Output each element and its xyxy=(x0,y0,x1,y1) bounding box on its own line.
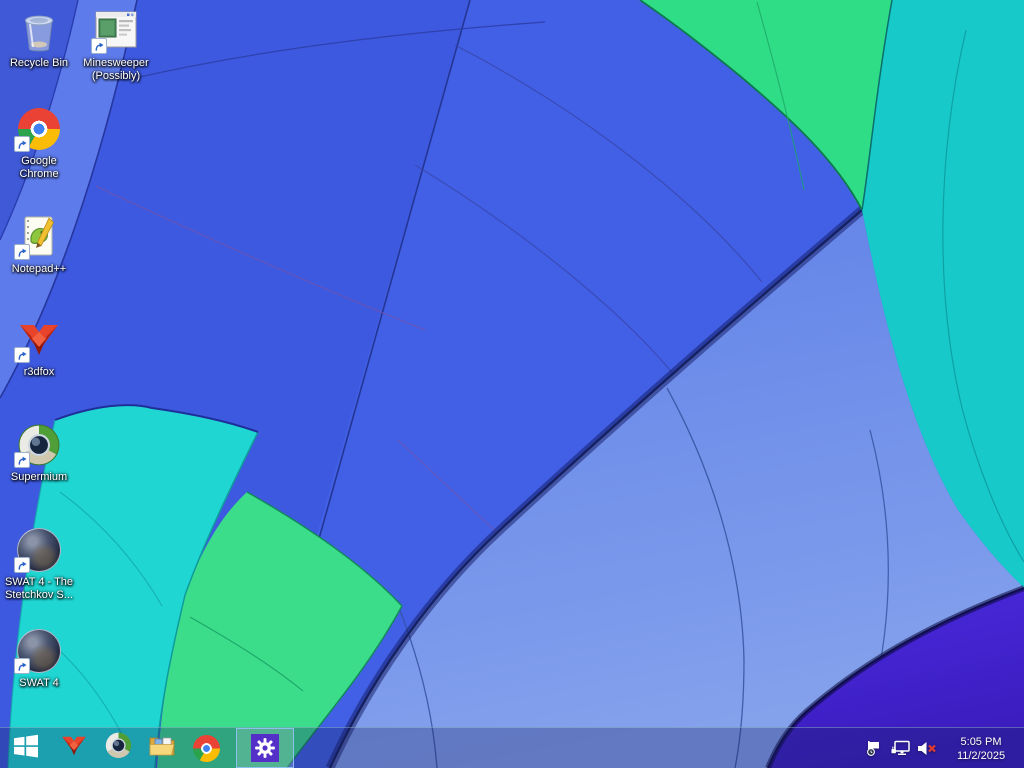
icon-label: Google Chrome xyxy=(19,155,59,180)
r3dfox-icon xyxy=(14,315,63,365)
windows-logo-icon xyxy=(13,733,39,764)
icon-label: SWAT 4 - The Stetchkov S... xyxy=(4,576,74,601)
icon-label: Supermium xyxy=(10,471,68,483)
desktop-icon-swat4[interactable]: SWAT 4 xyxy=(3,626,75,690)
taskbar-item-settings-active[interactable] xyxy=(236,728,294,768)
shortcut-arrow-icon xyxy=(14,452,30,468)
swat4-game-icon xyxy=(14,525,63,575)
desktop-wallpaper[interactable] xyxy=(0,0,1024,768)
desktop-icon-minesweeper[interactable]: Minesweeper (Possibly) xyxy=(80,6,152,83)
recycle-bin-icon xyxy=(15,6,63,56)
notepad-plus-plus-icon xyxy=(14,212,63,262)
shortcut-arrow-icon xyxy=(14,557,30,573)
network-ethernet-icon[interactable] xyxy=(890,737,910,759)
desktop-icon-swat4-stetchkov[interactable]: SWAT 4 - The Stetchkov S... xyxy=(3,525,75,602)
shortcut-arrow-icon xyxy=(14,347,30,363)
taskbar-item-r3dfox[interactable] xyxy=(52,728,96,768)
google-chrome-icon xyxy=(192,734,220,762)
icon-label: SWAT 4 xyxy=(19,677,59,689)
volume-muted-icon[interactable] xyxy=(917,737,937,759)
icon-label: Recycle Bin xyxy=(9,57,69,69)
google-chrome-icon xyxy=(14,104,63,154)
supermium-icon xyxy=(105,732,132,764)
desktop-icon-recycle-bin[interactable]: Recycle Bin xyxy=(3,6,75,70)
minesweeper-window-icon xyxy=(91,6,140,56)
taskbar-clock[interactable]: 5:05 PM 11/2/2025 xyxy=(944,733,1018,763)
system-tray: 5:05 PM 11/2/2025 xyxy=(863,733,1024,763)
settings-app-tile xyxy=(251,734,279,762)
taskbar-item-google-chrome[interactable] xyxy=(184,728,228,768)
supermium-icon xyxy=(14,420,63,470)
clock-date: 11/2/2025 xyxy=(956,750,1006,762)
desktop-icon-supermium[interactable]: Supermium xyxy=(3,420,75,484)
start-button[interactable] xyxy=(0,728,52,768)
taskbar-item-supermium[interactable] xyxy=(96,728,140,768)
taskbar-item-file-explorer[interactable] xyxy=(140,728,184,768)
gear-icon xyxy=(255,738,275,758)
desktop-icon-google-chrome[interactable]: Google Chrome xyxy=(3,104,75,181)
icon-label: Minesweeper (Possibly) xyxy=(83,57,149,82)
swat4-game-icon xyxy=(14,626,63,676)
clock-time: 5:05 PM xyxy=(960,736,1002,748)
icon-label: r3dfox xyxy=(23,366,55,378)
action-center-flag-icon[interactable] xyxy=(863,737,883,759)
shortcut-arrow-icon xyxy=(14,136,30,152)
shortcut-arrow-icon xyxy=(14,658,30,674)
icon-label: Notepad++ xyxy=(11,263,67,275)
shortcut-arrow-icon xyxy=(91,38,107,54)
taskbar: 5:05 PM 11/2/2025 xyxy=(0,727,1024,768)
file-explorer-icon xyxy=(148,734,176,763)
desktop: Recycle Bin Minesweeper (Possibly) Googl… xyxy=(0,0,1024,768)
shortcut-arrow-icon xyxy=(14,244,30,260)
desktop-icon-r3dfox[interactable]: r3dfox xyxy=(3,315,75,379)
r3dfox-icon xyxy=(60,733,88,764)
desktop-icon-notepad-plus-plus[interactable]: Notepad++ xyxy=(3,212,75,276)
